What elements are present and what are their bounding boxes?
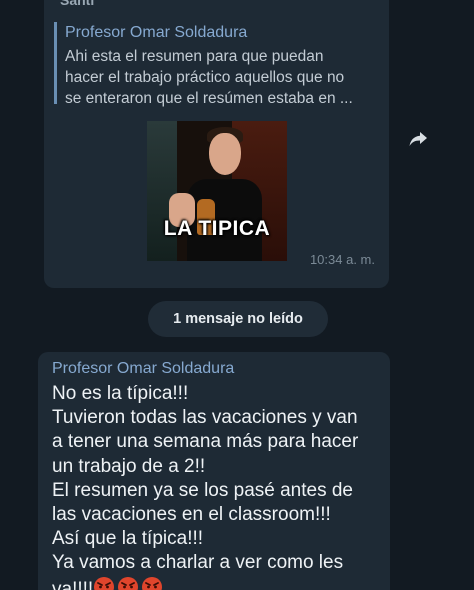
message-timestamp: 10:34 a. m. xyxy=(309,252,375,267)
message-text: No es la típica!!! Tuvieron todas las va… xyxy=(52,383,359,590)
sticker-caption: LA TIPICA xyxy=(163,217,271,240)
message-bubble-sticker[interactable]: Santi Profesor Omar Soldadura Ahi esta e… xyxy=(44,0,389,288)
message-sender-name[interactable]: Profesor Omar Soldadura xyxy=(52,360,234,378)
message-sender: Santi xyxy=(60,0,95,8)
forward-arrow-icon xyxy=(409,132,427,146)
angry-face-icon xyxy=(93,576,165,590)
forward-button[interactable] xyxy=(405,126,431,152)
reply-quote[interactable]: Profesor Omar Soldadura Ahi esta el resu… xyxy=(54,22,372,107)
sticker-image[interactable]: LA TIPICA xyxy=(147,121,287,261)
message-body: No es la típica!!! Tuvieron todas las va… xyxy=(52,382,382,590)
sticker-person-head xyxy=(209,133,241,175)
message-bubble-text[interactable]: Profesor Omar Soldadura No es la típica!… xyxy=(38,352,390,590)
reply-text: Ahi esta el resumen para que puedan hace… xyxy=(65,48,353,107)
reply-author: Profesor Omar Soldadura xyxy=(65,24,248,41)
unread-messages-banner: 1 mensaje no leído xyxy=(148,301,328,337)
chat-screen: Santi Profesor Omar Soldadura Ahi esta e… xyxy=(0,0,474,590)
